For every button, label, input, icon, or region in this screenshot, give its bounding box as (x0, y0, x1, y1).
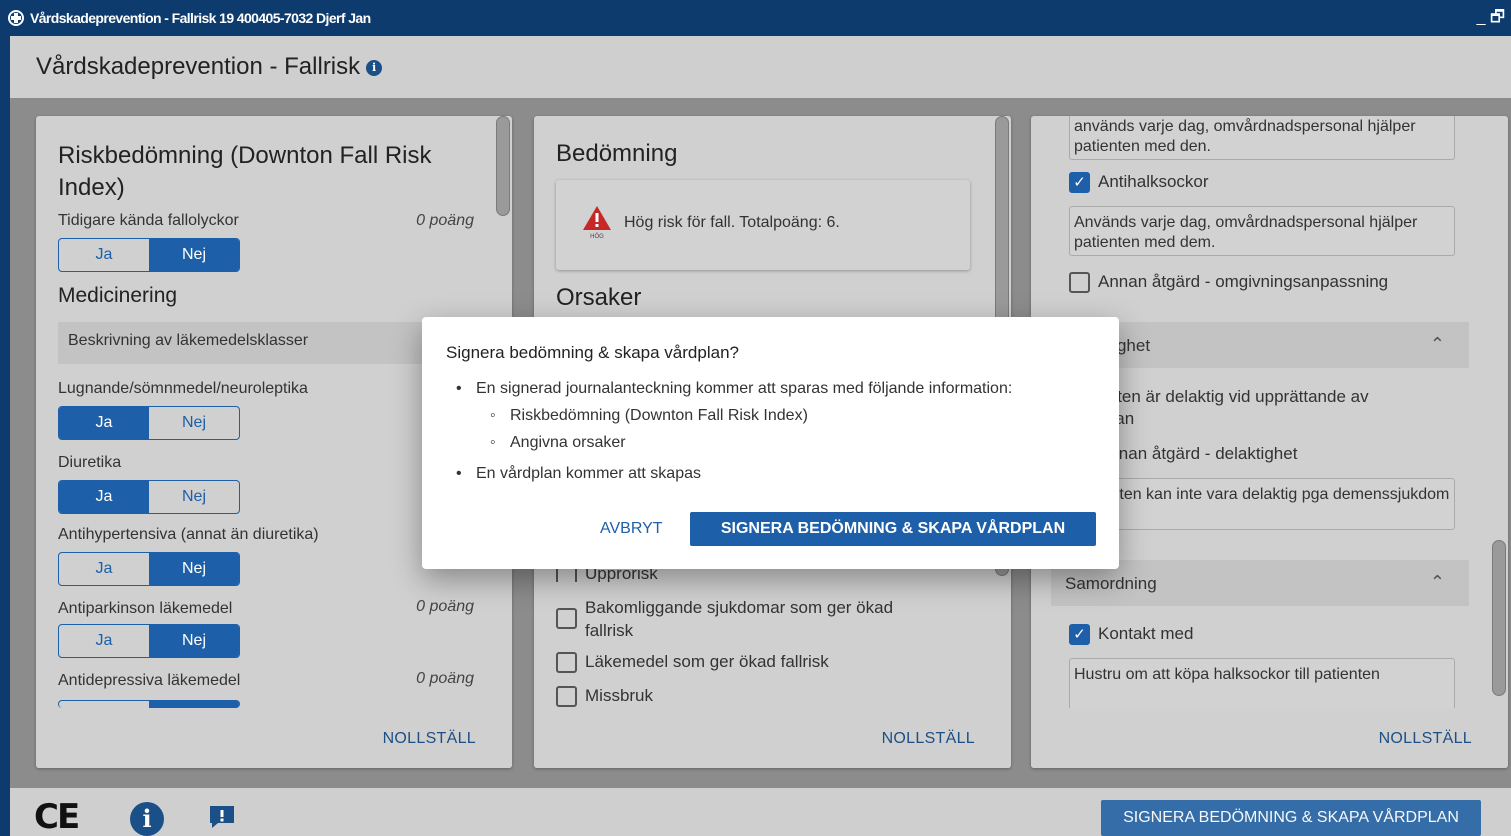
checkbox-box[interactable] (556, 686, 577, 707)
toggle-yes[interactable]: Ja (59, 553, 149, 585)
dialog-bullet: En signerad journalanteckning kommer att… (456, 375, 1012, 402)
checkbox-label: Bakomliggande sjukdomar som ger ökad fal… (585, 598, 894, 640)
dialog-sub-bullet: Riskbedömning (Downton Fall Risk Index) (456, 402, 1012, 429)
toggle-antihypertensives[interactable]: Ja Nej (58, 552, 240, 586)
dialog-title: Signera bedömning & skapa vårdplan? (446, 343, 739, 362)
cause-checkbox[interactable]: Läkemedel som ger ökad fallrisk (556, 652, 829, 673)
cause-checkbox[interactable]: Missbruk (556, 686, 653, 707)
window-titlebar: Vårdskadeprevention - Fallrisk 19 400405… (0, 0, 1511, 36)
item-label: Antihypertensiva (annat än diuretika) (58, 526, 319, 543)
checkbox-label: Annan åtgärd - omgivningsanpassning (1098, 272, 1389, 291)
contact-note-field[interactable]: Hustru om att köpa halksockor till patie… (1069, 658, 1455, 710)
checkbox-checked[interactable]: ✓ (1069, 624, 1090, 645)
item-label: Lugnande/sömnmedel/neuroleptika (58, 380, 308, 397)
participation-text: Patienten är delaktig vid upprättande av… (1069, 387, 1369, 428)
checkbox-label: Antihalksockor (1098, 172, 1209, 191)
dialog-bullet: En vårdplan kommer att skapas (456, 460, 1012, 487)
item-points: 0 poäng (416, 670, 474, 687)
other-environment-checkbox[interactable]: Annan åtgärd - omgivningsanpassning (1069, 272, 1388, 293)
toggle-no[interactable]: Nej (149, 481, 239, 513)
risk-card-title: Riskbedömning (Downton Fall Risk Index) (58, 142, 432, 201)
feedback-icon[interactable] (208, 804, 236, 830)
checkbox-box[interactable] (1069, 272, 1090, 293)
toggle-no[interactable]: Nej (149, 407, 239, 439)
page-header: Vårdskadeprevention - Fallrisk i (10, 36, 1511, 98)
info-icon[interactable]: i (366, 59, 383, 76)
causes-heading: Orsaker (556, 284, 642, 311)
item-label: Antiparkinson läkemedel (58, 600, 233, 617)
antislip-note-field[interactable]: Används varje dag, omvårdnadspersonal hj… (1069, 206, 1455, 256)
cause-checkbox[interactable]: Bakomliggande sjukdomar som ger ökad fal… (556, 596, 936, 642)
reset-button[interactable]: NOLLSTÄLL (882, 730, 975, 748)
toggle-yes[interactable]: Ja (59, 481, 149, 513)
scrollbar[interactable] (1492, 540, 1506, 696)
checkbox-label: Annan åtgärd - delaktighet (1098, 444, 1298, 463)
card-footer: NOLLSTÄLL (1031, 708, 1508, 768)
toggle-diuretics[interactable]: Ja Nej (58, 480, 240, 514)
toggle-sedatives[interactable]: Ja Nej (58, 406, 240, 440)
chevron-up-icon[interactable]: ⌃ (1430, 572, 1445, 593)
dialog-sub-bullet: Angivna orsaker (456, 429, 1012, 456)
toggle-antiparkinson[interactable]: Ja Nej (58, 624, 240, 658)
antislip-socks-checkbox[interactable]: ✓ Antihalksockor (1069, 172, 1209, 193)
sign-and-create-plan-button[interactable]: SIGNERA BEDÖMNING & SKAPA VÅRDPLAN (1101, 800, 1481, 836)
risk-result-box: HÖG Hög risk för fall. Totalpoäng: 6. (556, 180, 970, 270)
toggle-antidepressants-partial[interactable] (58, 700, 240, 708)
cancel-button[interactable]: AVBRYT (600, 520, 663, 538)
toggle-previous-falls[interactable]: Ja Nej (58, 238, 240, 272)
checkbox-checked[interactable]: ✓ (1069, 172, 1090, 193)
toggle-yes[interactable]: Ja (59, 239, 149, 271)
app-logo-icon (8, 10, 24, 26)
warning-icon: HÖG (583, 206, 611, 240)
item-points: 0 poäng (416, 598, 474, 615)
card-footer: NOLLSTÄLL (534, 708, 1011, 768)
window-controls[interactable]: _ 🗗 (1477, 6, 1505, 33)
chevron-up-icon[interactable]: ⌃ (1430, 334, 1445, 355)
ce-mark: CE (34, 797, 80, 836)
checkbox-label: Läkemedel som ger ökad fallrisk (585, 652, 829, 671)
checkbox-box[interactable] (556, 608, 577, 629)
item-label: Antidepressiva läkemedel (58, 672, 241, 689)
participation-note-field[interactable]: Patienten kan inte vara delaktig pga dem… (1069, 478, 1455, 530)
page-title: Vårdskadeprevention - Fallrisk i (36, 53, 383, 81)
reset-button[interactable]: NOLLSTÄLL (1379, 730, 1472, 748)
card-footer: NOLLSTÄLL (36, 708, 512, 768)
checkbox-box[interactable] (556, 652, 577, 673)
toggle-no[interactable]: Nej (149, 625, 239, 657)
scrollbar[interactable] (496, 116, 510, 216)
toggle-no[interactable]: Nej (149, 553, 239, 585)
risk-badge: HÖG (590, 233, 604, 240)
dialog-info-list: En signerad journalanteckning kommer att… (456, 375, 1012, 487)
confirm-dialog: Signera bedömning & skapa vårdplan? En s… (422, 317, 1119, 569)
measure-note-field[interactable]: används varje dag, omvårdnadspersonal hj… (1069, 116, 1455, 160)
confirm-sign-button[interactable]: SIGNERA BEDÖMNING & SKAPA VÅRDPLAN (690, 512, 1096, 546)
item-points: 0 poäng (416, 212, 474, 229)
accordion-label: Samordning (1065, 574, 1157, 593)
toggle-no[interactable]: Nej (149, 239, 239, 271)
reset-button[interactable]: NOLLSTÄLL (383, 730, 476, 748)
checkbox-label: Kontakt med (1098, 624, 1194, 643)
risk-result-text: Hög risk för fall. Totalpoäng: 6. (624, 214, 840, 231)
toggle-yes[interactable]: Ja (59, 407, 149, 439)
medication-heading: Medicinering (58, 284, 178, 307)
info-icon[interactable]: i (130, 802, 164, 836)
contact-checkbox[interactable]: ✓ Kontakt med (1069, 624, 1193, 645)
toggle-yes[interactable]: Ja (59, 625, 149, 657)
item-label: Tidigare kända fallolyckor (58, 212, 239, 229)
item-label: Diuretika (58, 454, 122, 471)
checkbox-label: Missbruk (585, 686, 654, 705)
window-left-border (0, 36, 10, 836)
assessment-title: Bedömning (556, 140, 678, 167)
window-title: Vårdskadeprevention - Fallrisk 19 400405… (30, 10, 371, 26)
